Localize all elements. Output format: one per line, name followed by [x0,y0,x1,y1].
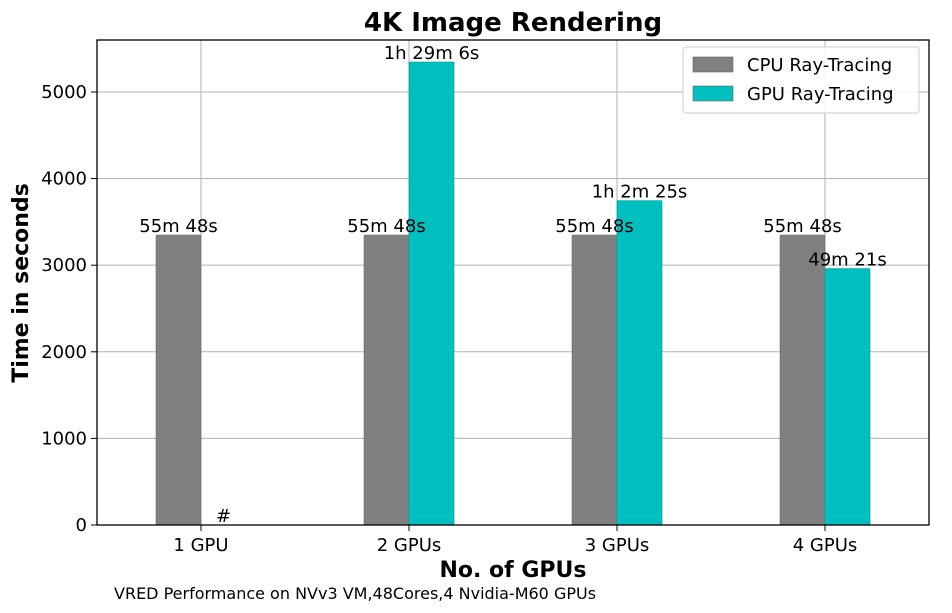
bar-cpu [571,234,618,526]
legend-swatch-gpu [692,85,734,102]
x-tick-label: 3 GPUs [585,535,650,556]
chart-footnote: VRED Performance on NVv3 VM,48Cores,4 Nv… [114,584,596,603]
x-axis-label: No. of GPUs [439,558,586,583]
legend-label-cpu: CPU Ray-Tracing [747,55,892,76]
bar-cpu [779,234,826,526]
x-tick-label: 4 GPUs [793,535,858,556]
legend-label-gpu: GPU Ray-Tracing [747,84,894,105]
y-tick-label: 4000 [41,169,87,190]
bar-gpu [408,61,455,526]
y-tick-label: 2000 [41,342,87,363]
data-label-cpu: 55m 48s [763,216,841,237]
data-label-gpu: 49m 21s [808,250,886,271]
chart-title: 4K Image Rendering [364,8,662,38]
y-tick-label: 1000 [41,428,87,449]
bar-gpu [616,200,663,526]
data-labels: 55m 48s 55m 48s 55m 48s 55m 48s #1h 29m 6s 1h… [139,43,886,527]
bar-gpu [824,268,871,526]
bar-cpu [363,234,410,526]
data-label-gpu: 1h 2m 25s [592,182,688,203]
y-axis-label: Time in seconds [9,183,34,383]
chart: 4K Image Rendering 55m 48s 55m 48s 55m 48s… [9,8,930,603]
y-axis-ticks: 0 1000 2000 3000 4000 5000 [41,82,97,536]
data-label-cpu: 55m 48s [555,216,633,237]
x-axis-ticks: 1 GPU 2 GPUs 3 GPUs 4 GPUs [173,525,857,556]
legend: CPU Ray-Tracing GPU Ray-Tracing [682,46,920,114]
x-tick-label: 2 GPUs [377,535,442,556]
y-tick-label: 5000 [41,82,87,103]
y-tick-label: 0 [76,515,87,536]
data-label-gpu: # [216,506,231,527]
legend-swatch-cpu [692,56,734,73]
data-label-gpu: 1h 29m 6s [384,43,480,64]
data-label-cpu: 55m 48s [139,216,217,237]
y-tick-label: 3000 [41,255,87,276]
bars [155,61,871,526]
bar-cpu [155,234,202,526]
data-label-cpu: 55m 48s [347,216,425,237]
x-tick-label: 1 GPU [173,535,228,556]
